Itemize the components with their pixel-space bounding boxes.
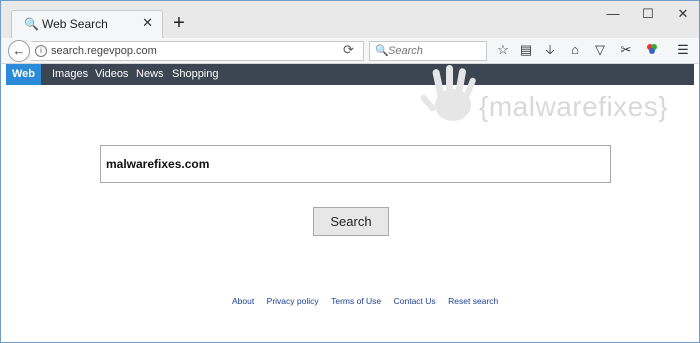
site-nav-shopping[interactable]: Shopping — [172, 64, 219, 85]
back-button[interactable]: ← — [8, 40, 30, 62]
screenshot-icon[interactable]: ✂ — [618, 42, 634, 58]
footer-link-terms[interactable]: Terms of Use — [331, 296, 381, 306]
site-nav-bar: Web Images Videos News Shopping — [6, 64, 694, 85]
url-bar[interactable]: i search.regevpop.com — [31, 41, 364, 61]
tab-strip: 🔍 Web Search ✕ + — ☐ ✕ — [1, 1, 699, 38]
extension-icon[interactable] — [644, 42, 660, 58]
bookmark-star-icon[interactable]: ☆ — [495, 42, 511, 58]
site-nav-images[interactable]: Images — [52, 64, 88, 85]
browser-window: 🔍 Web Search ✕ + — ☐ ✕ ← i search.regevp… — [0, 0, 700, 343]
tab-close-icon[interactable]: ✕ — [142, 16, 153, 30]
site-nav-news[interactable]: News — [136, 64, 164, 85]
site-info-icon[interactable]: i — [35, 45, 47, 57]
tab-web-search[interactable]: 🔍 Web Search ✕ — [11, 10, 163, 38]
close-window-button[interactable]: ✕ — [669, 5, 697, 23]
reading-list-icon[interactable]: ▤ — [518, 42, 534, 58]
tab-title: Web Search — [42, 17, 108, 31]
site-nav-web[interactable]: Web — [6, 64, 42, 85]
search-icon: 🔍 — [24, 17, 39, 31]
search-button[interactable]: Search — [313, 207, 389, 236]
menu-icon[interactable]: ☰ — [675, 42, 691, 58]
browser-search-box[interactable]: 🔍 — [369, 41, 487, 61]
home-icon[interactable]: ⌂ — [567, 42, 583, 58]
search-icon: 🔍 — [375, 45, 389, 57]
footer-link-about[interactable]: About — [232, 296, 254, 306]
footer-link-reset[interactable]: Reset search — [448, 296, 498, 306]
maximize-button[interactable]: ☐ — [634, 5, 662, 23]
site-nav-videos[interactable]: Videos — [95, 64, 128, 85]
footer-link-contact[interactable]: Contact Us — [394, 296, 436, 306]
minimize-button[interactable]: — — [599, 5, 627, 23]
reload-icon[interactable]: ⟳ — [343, 43, 354, 57]
footer-link-privacy[interactable]: Privacy policy — [267, 296, 319, 306]
watermark-hand-icon — [420, 65, 476, 121]
browser-search-input[interactable] — [388, 44, 484, 58]
footer-links: About Privacy policy Terms of Use Contac… — [232, 291, 498, 306]
new-tab-button[interactable]: + — [169, 13, 189, 33]
url-text: search.regevpop.com — [51, 45, 157, 57]
downloads-icon[interactable]: 🡣 — [542, 42, 558, 58]
main-search-input[interactable] — [100, 145, 611, 183]
pocket-icon[interactable]: ▽ — [592, 42, 608, 58]
nav-toolbar: ← i search.regevpop.com ⟳ 🔍 ☆ ▤ 🡣 ⌂ ▽ ✂ … — [1, 38, 699, 64]
watermark-text: {malwarefixes} — [479, 91, 669, 122]
